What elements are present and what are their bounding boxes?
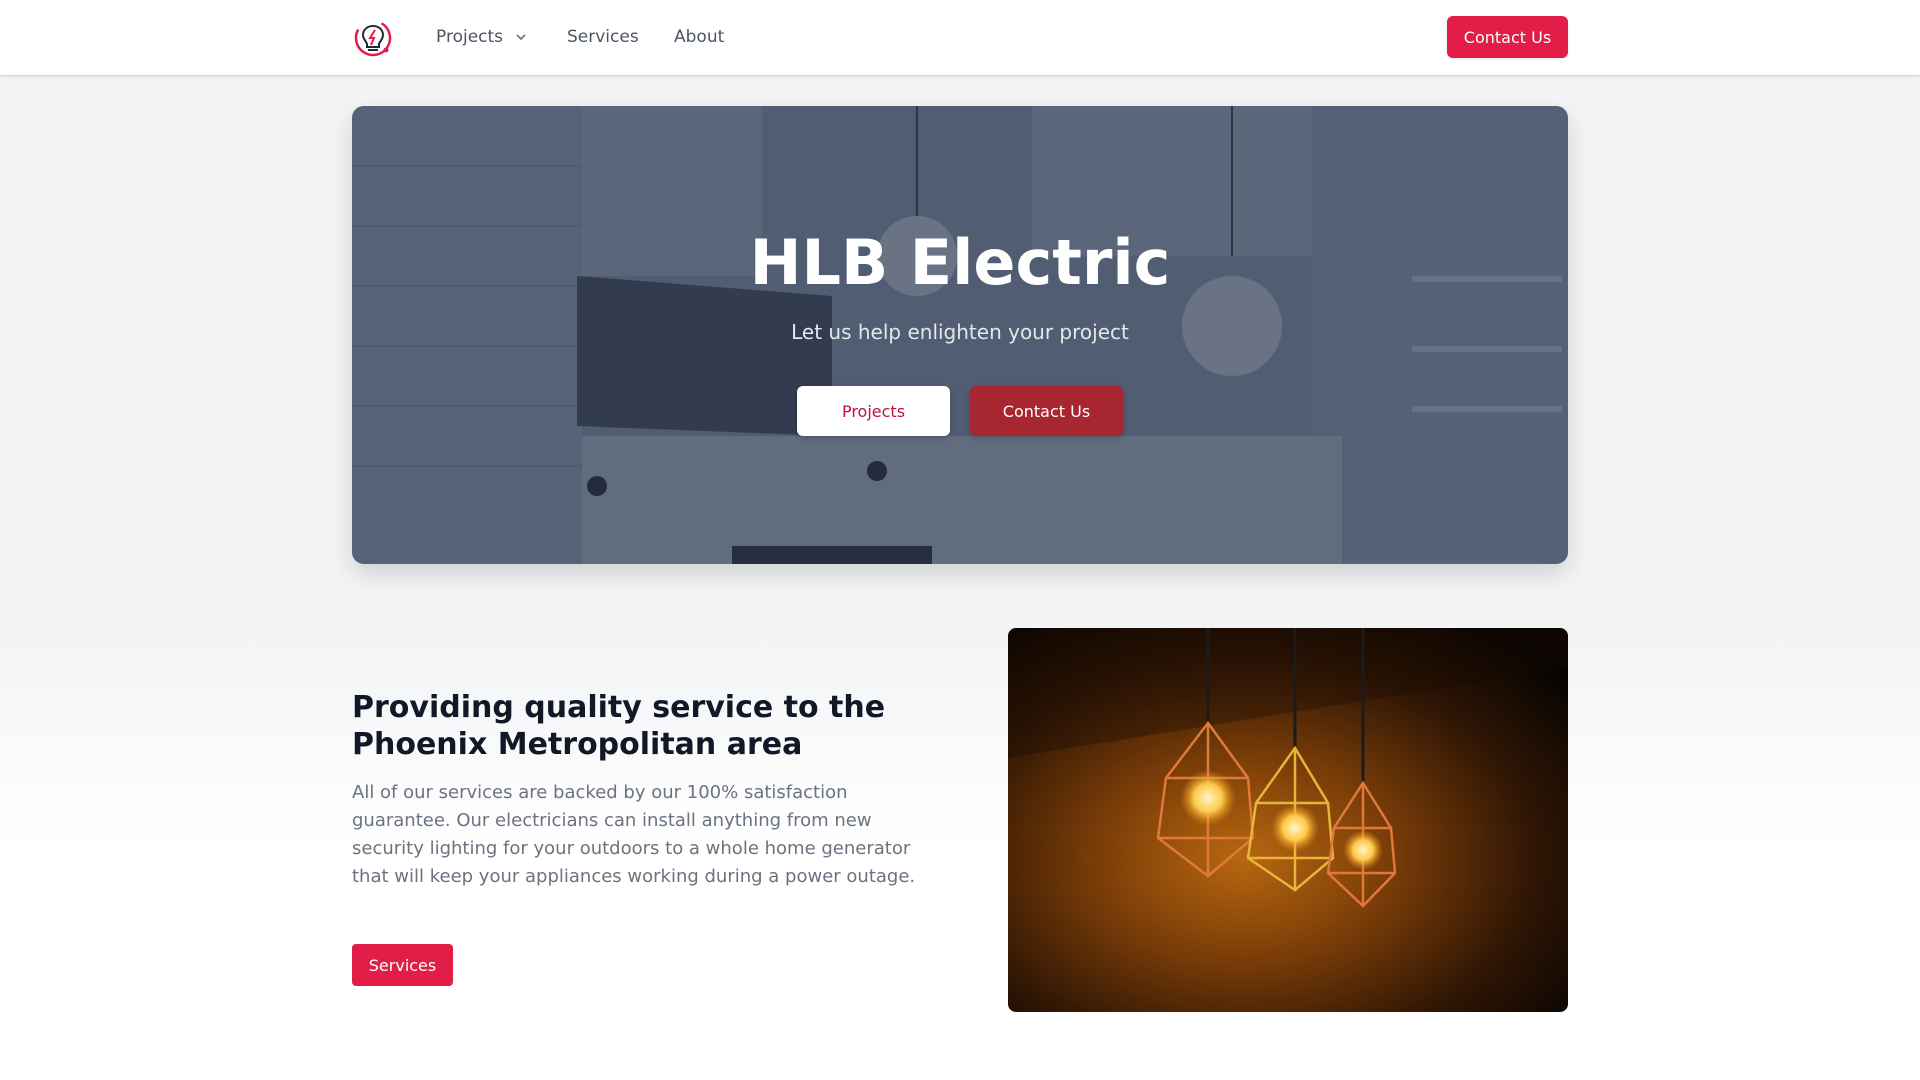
pendant-lights-photo xyxy=(1008,628,1568,1012)
nav-projects-label: Projects xyxy=(436,27,504,47)
hero-subtitle: Let us help enlighten your project xyxy=(791,320,1129,344)
nav-about-link[interactable]: About xyxy=(674,26,724,48)
top-navbar: Projects Services About Contact Us xyxy=(0,0,1920,75)
lightbulb-logo-icon[interactable] xyxy=(352,17,394,59)
nav-services-link[interactable]: Services xyxy=(567,26,639,48)
chevron-down-icon xyxy=(516,34,526,41)
hero-contact-button[interactable]: Contact Us xyxy=(970,386,1123,436)
feature-description: All of our services are backed by our 10… xyxy=(352,782,916,887)
nav-contact-button[interactable]: Contact Us xyxy=(1447,16,1568,58)
feature-services-button[interactable]: Services xyxy=(352,944,453,986)
nav-projects-dropdown[interactable]: Projects xyxy=(436,26,528,48)
hero-title: HLB Electric xyxy=(749,226,1171,299)
hero-projects-button[interactable]: Projects xyxy=(797,386,950,436)
feature-heading: Providing quality service to the Phoenix… xyxy=(352,690,886,762)
